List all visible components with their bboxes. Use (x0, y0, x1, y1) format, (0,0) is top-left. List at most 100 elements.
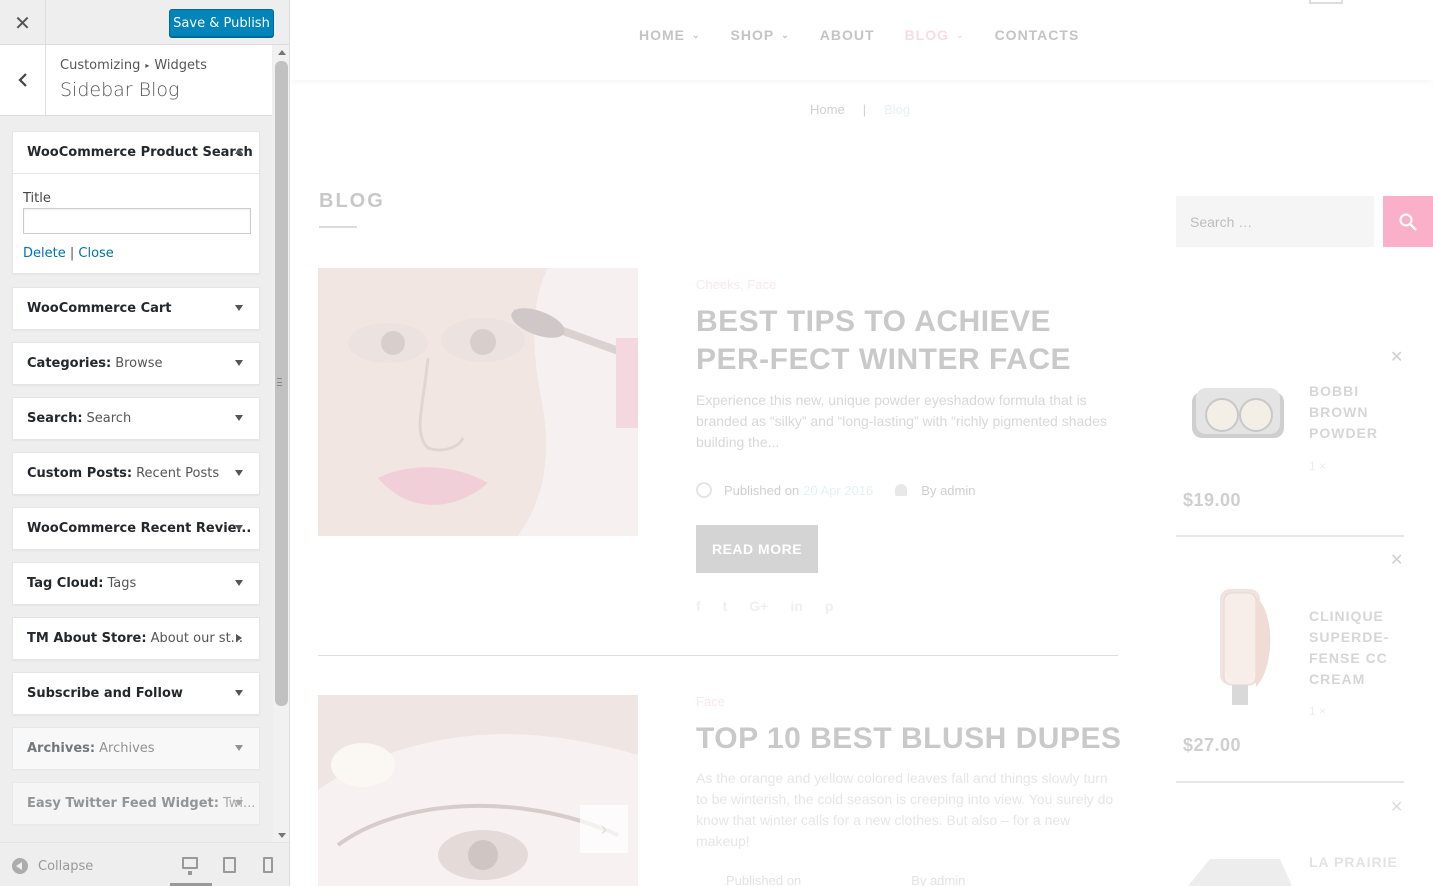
remove-item-icon[interactable]: ✕ (1390, 347, 1403, 366)
caret-down-icon[interactable] (235, 800, 243, 806)
post-title[interactable]: TOP 10 BEST BLUSH DUPES (696, 720, 1126, 758)
widget-header[interactable]: Search: Search (13, 398, 259, 439)
widget-item[interactable]: Easy Twitter Feed Widget: Twi... (12, 782, 260, 825)
widget-item[interactable]: Subscribe and Follow (12, 672, 260, 715)
product-thumbnail[interactable] (1180, 853, 1298, 886)
search-input[interactable]: Search … (1176, 196, 1374, 247)
widget-header[interactable]: WooCommerce Product Search (13, 132, 259, 173)
site-navigation: HOME ⌄ SHOP ⌄ ABOUT BLOG ⌄ CONTACTS (290, 0, 1433, 80)
close-icon: ✕ (14, 10, 31, 35)
site-preview: HOME ⌄ SHOP ⌄ ABOUT BLOG ⌄ CONTACTS Home | Bl… (290, 0, 1433, 886)
post-date[interactable]: 20 Apr 2016 (803, 483, 873, 498)
widget-product-search: WooCommerce Product Search Title Delete … (12, 131, 260, 274)
caret-down-icon[interactable] (235, 745, 243, 751)
product-thumbnail[interactable] (1180, 380, 1298, 450)
product-name[interactable]: BOBBI BROWN POWDER (1309, 381, 1399, 444)
nav-item-contacts[interactable]: CONTACTS (995, 27, 1080, 43)
widget-header[interactable]: Categories: Browse (13, 343, 259, 384)
sidebar-scrollbar[interactable] (273, 45, 289, 842)
cart-icon[interactable] (1309, 0, 1343, 4)
widget-item[interactable]: Archives: Archives (12, 727, 260, 770)
nav-label: HOME (639, 27, 685, 43)
post-categories[interactable]: Cheeks, Face (696, 277, 776, 292)
section-title-panel: Customizing ▸ Widgets Sidebar Blog (0, 45, 272, 116)
widget-item[interactable]: WooCommerce Cart (12, 287, 260, 330)
product-name[interactable]: LA PRAIRIE (1309, 852, 1399, 873)
back-button[interactable] (0, 45, 46, 115)
widget-header[interactable]: Tag Cloud: Tags (13, 563, 259, 604)
caret-down-icon[interactable] (235, 690, 243, 696)
cart-item: ✕ LA PRAIRIE (1176, 795, 1404, 886)
save-publish-button[interactable]: Save & Publish (169, 9, 274, 37)
delete-widget-link[interactable]: Delete (23, 246, 66, 261)
item-divider (1176, 535, 1404, 537)
widget-title-input[interactable] (23, 208, 251, 234)
desktop-preview-icon[interactable] (182, 857, 198, 875)
nav-item-shop[interactable]: SHOP ⌄ (731, 27, 790, 43)
post-thumbnail[interactable] (318, 695, 638, 886)
product-qty: 1 × (1309, 704, 1327, 718)
caret-right-icon[interactable] (236, 634, 242, 642)
product-name[interactable]: CLINIQUE SUPERDE-FENSE CC CREAM (1309, 606, 1399, 690)
mobile-preview-icon[interactable] (263, 857, 273, 873)
scroll-down-arrow-icon[interactable] (278, 833, 286, 838)
widget-item[interactable]: Tag Cloud: Tags (12, 562, 260, 605)
nav-item-about[interactable]: ABOUT (820, 27, 875, 43)
widget-header[interactable]: Archives: Archives (13, 728, 259, 769)
widget-title: Recent Posts (136, 466, 220, 481)
title-underline (319, 226, 357, 228)
post-categories[interactable]: Face (696, 694, 725, 709)
remove-item-icon[interactable]: ✕ (1390, 797, 1403, 816)
widget-header[interactable]: Subscribe and Follow (13, 673, 259, 714)
scroll-up-arrow-icon[interactable] (278, 50, 286, 55)
widget-item[interactable]: Search: Search (12, 397, 260, 440)
widget-header[interactable]: WooCommerce Recent Revie... (13, 508, 259, 549)
breadcrumb-home-link[interactable]: Home (810, 102, 845, 117)
nav-item-blog[interactable]: BLOG ⌄ (905, 27, 965, 43)
nav-item-home[interactable]: HOME ⌄ (639, 27, 701, 43)
facebook-icon[interactable]: f (696, 598, 701, 614)
widget-name: Search: (27, 411, 83, 426)
caret-down-icon[interactable] (235, 525, 243, 531)
search-placeholder: Search … (1190, 213, 1253, 230)
widget-name: Tag Cloud: (27, 576, 104, 591)
caret-down-icon[interactable] (235, 580, 243, 586)
published-label: Published on (726, 873, 802, 886)
pinterest-icon[interactable]: p (825, 598, 834, 614)
twitter-icon[interactable]: t (723, 598, 728, 614)
close-widget-link[interactable]: Close (78, 246, 113, 261)
caret-down-icon[interactable] (235, 360, 243, 366)
widget-item[interactable]: TM About Store: About our st... (12, 617, 260, 660)
tablet-preview-icon[interactable] (223, 857, 236, 873)
caret-down-icon[interactable] (235, 305, 243, 311)
post-author[interactable]: By admin (921, 483, 975, 498)
read-more-button[interactable]: READ MORE (696, 525, 818, 573)
caret-down-icon[interactable] (235, 470, 243, 476)
product-thumbnail[interactable] (1180, 587, 1298, 707)
post-excerpt: As the orange and yellow colored leaves … (696, 770, 1114, 849)
widget-item[interactable]: Categories: Browse (12, 342, 260, 385)
widget-item[interactable]: Custom Posts: Recent Posts (12, 452, 260, 495)
widget-header[interactable]: TM About Store: About our st... (13, 618, 259, 659)
post-divider (318, 655, 1118, 656)
face-mascara-image (318, 268, 638, 536)
breadcrumb: Home | Blog (810, 102, 910, 117)
linkedin-icon[interactable]: in (790, 598, 802, 614)
close-customizer-button[interactable]: ✕ (0, 0, 46, 45)
widget-body: Title Delete | Close (13, 173, 259, 273)
slider-next-button[interactable]: › (580, 805, 628, 853)
widget-header[interactable]: Easy Twitter Feed Widget: Twi... (13, 783, 259, 824)
widget-header[interactable]: Custom Posts: Recent Posts (13, 453, 259, 494)
widget-title: Browse (115, 356, 163, 371)
collapse-button[interactable]: Collapse (12, 858, 93, 874)
post-author[interactable]: By admin (911, 873, 965, 886)
caret-down-icon[interactable] (235, 415, 243, 421)
widget-item[interactable]: WooCommerce Recent Revie... (12, 507, 260, 550)
caret-up-icon[interactable] (235, 148, 243, 154)
search-button[interactable] (1383, 196, 1433, 247)
widget-header[interactable]: WooCommerce Cart (13, 288, 259, 329)
post-thumbnail[interactable] (318, 268, 638, 536)
remove-item-icon[interactable]: ✕ (1390, 550, 1403, 569)
post-title[interactable]: BEST TIPS TO ACHIEVE PER-FECT WINTER FAC… (696, 303, 1126, 379)
google-plus-icon[interactable]: G+ (749, 598, 768, 614)
